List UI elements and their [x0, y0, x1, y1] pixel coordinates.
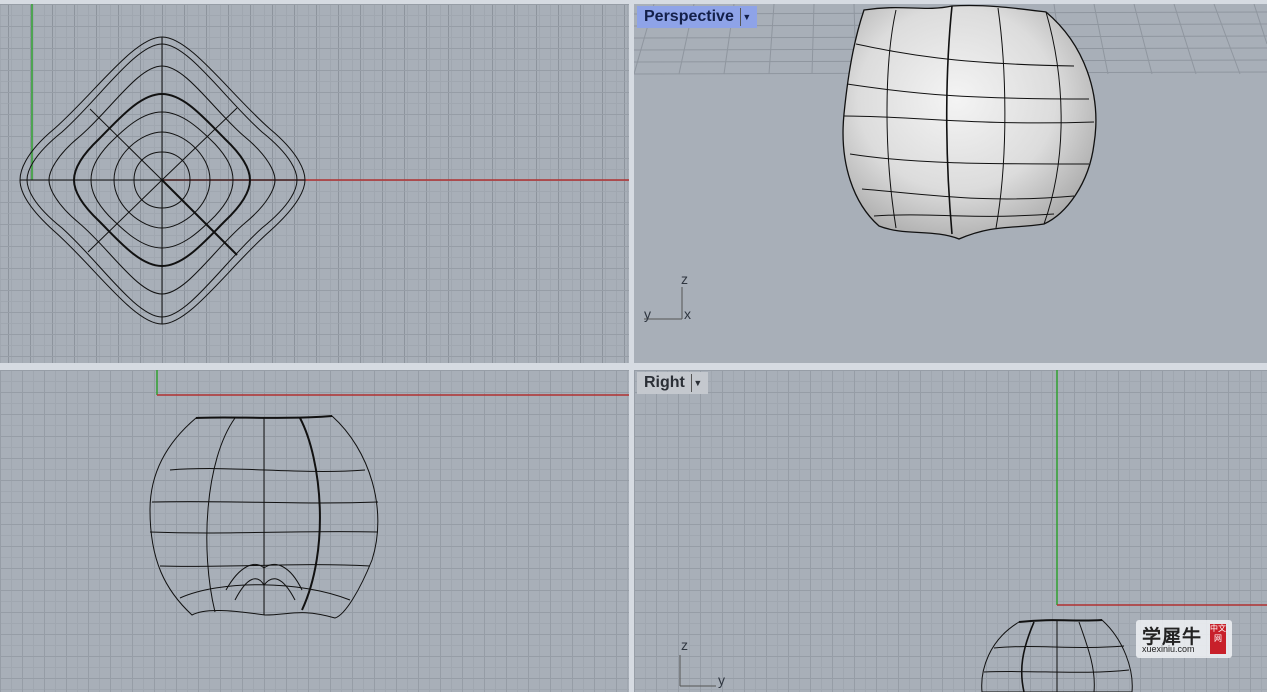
axis-label-y: y	[644, 306, 651, 322]
perspective-axis-gizmo	[644, 287, 683, 320]
top-viewport[interactable]	[0, 4, 629, 363]
watermark-sub-text: xuexiniu.com	[1142, 644, 1195, 654]
top-view-drawing	[19, 4, 629, 325]
axis-label-z: z	[681, 637, 688, 653]
watermark-seal: 中文网	[1210, 624, 1226, 654]
front-viewport[interactable]	[0, 370, 629, 692]
front-view-drawing	[149, 370, 629, 619]
axis-label-z: z	[681, 271, 688, 287]
axis-label-y: y	[718, 672, 725, 688]
watermark-logo: 学犀牛 xuexiniu.com 中文网	[1136, 620, 1232, 658]
axis-label-x: x	[684, 306, 691, 322]
perspective-viewport[interactable]: Perspective ▼ z y x	[634, 4, 1267, 363]
